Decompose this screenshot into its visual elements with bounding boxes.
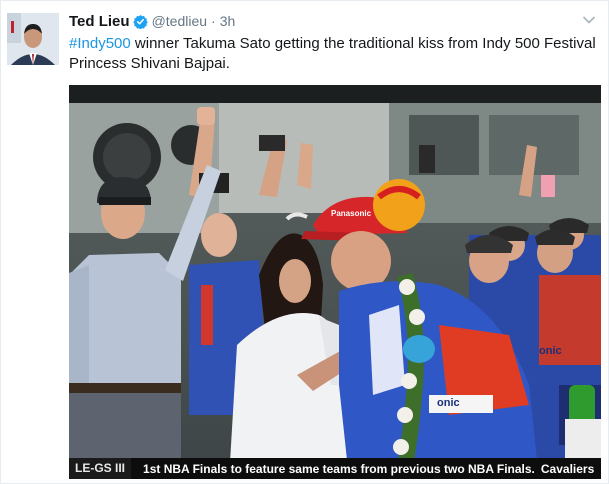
- verified-badge-icon: [132, 14, 148, 29]
- tweet-text: #Indy500 winner Takuma Sato getting the …: [69, 34, 599, 74]
- jacket-text: onic: [539, 345, 562, 357]
- ticker-headline: 1st NBA Finals to feature same teams fro…: [143, 461, 535, 476]
- ticker-right-label: Cavaliers: [540, 461, 595, 476]
- helmet-text: Panasonic: [331, 209, 372, 218]
- chevron-down-icon[interactable]: [582, 13, 596, 27]
- tweet-timestamp[interactable]: 3h: [220, 13, 236, 29]
- celebration-photo-icon: [69, 85, 601, 479]
- header-separator: ·: [211, 13, 216, 29]
- tweet-header: Ted Lieu @tedlieu · 3h: [69, 11, 235, 31]
- tweet-text-line2: Princess Shivani Bajpai.: [69, 55, 230, 72]
- hashtag-link[interactable]: #Indy500: [69, 35, 131, 52]
- author-handle[interactable]: @tedlieu: [152, 13, 207, 29]
- profile-photo-icon: [7, 13, 59, 65]
- ticker-left-label: LE-GS III: [69, 458, 132, 479]
- avatar[interactable]: [7, 13, 59, 65]
- tweet-card: Ted Lieu @tedlieu · 3h #Indy500 winner T…: [0, 0, 609, 484]
- tweet-text-line1: winner Takuma Sato getting the tradition…: [130, 35, 596, 52]
- tv-ticker: LE-GS III 1st NBA Finals to feature same…: [69, 458, 601, 479]
- suit-text: onic: [437, 397, 460, 409]
- tweet-photo[interactable]: Panasonic onic onic LE-GS III 1st NBA Fi…: [69, 85, 601, 479]
- author-display-name[interactable]: Ted Lieu: [69, 13, 130, 30]
